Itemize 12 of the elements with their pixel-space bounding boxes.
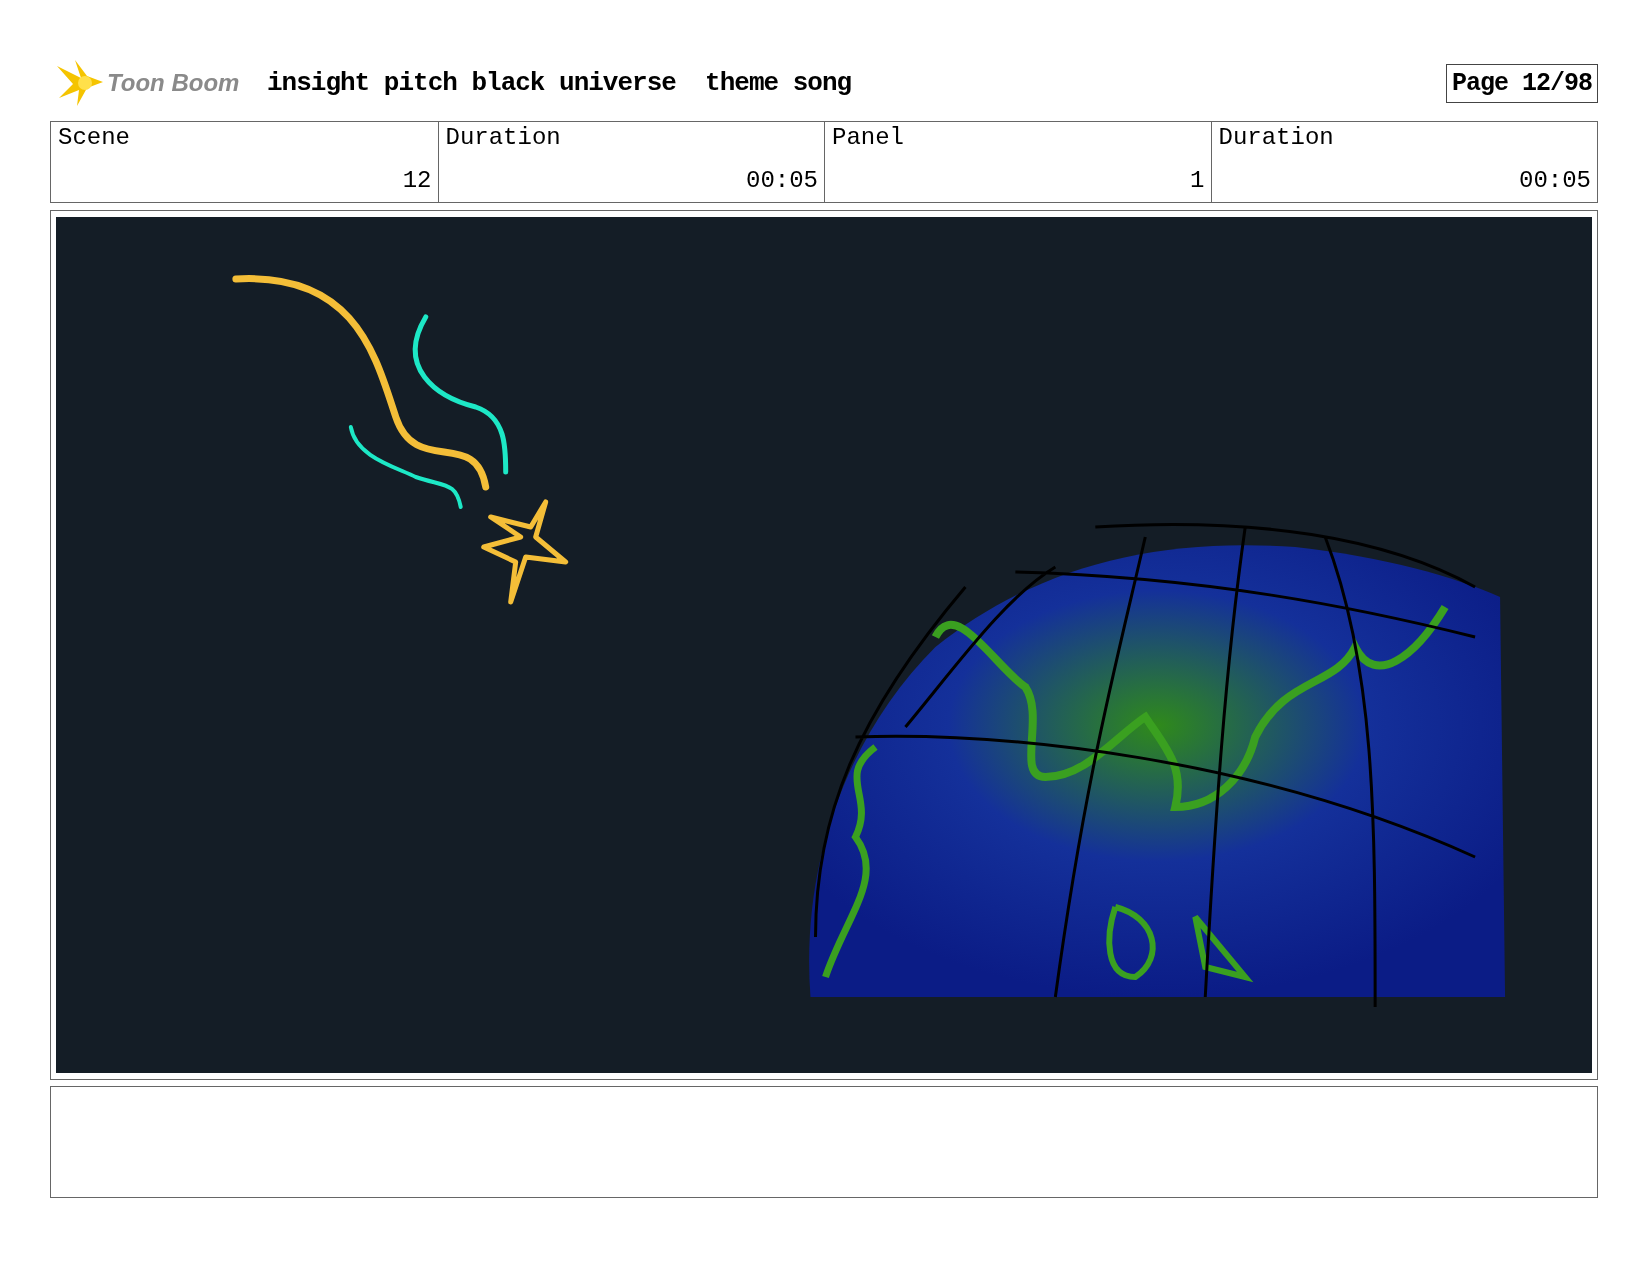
- page-number: Page 12/98: [1445, 63, 1598, 103]
- column-header: Panel: [832, 124, 905, 151]
- table-cell-text: 00:05: [1518, 167, 1591, 194]
- table-cell-text: 1: [1189, 167, 1205, 194]
- column-header: Duration: [1218, 124, 1335, 151]
- storyboard-title: insight pitch black universe theme song: [267, 68, 852, 98]
- column-header: Duration: [445, 124, 562, 151]
- column-header: Scene: [58, 124, 131, 151]
- logo-text: Toon Boom: [107, 69, 240, 97]
- table-cell-text: 00:05: [745, 167, 818, 194]
- starburst-icon: [55, 58, 105, 108]
- table-cell-text: 12: [401, 167, 432, 194]
